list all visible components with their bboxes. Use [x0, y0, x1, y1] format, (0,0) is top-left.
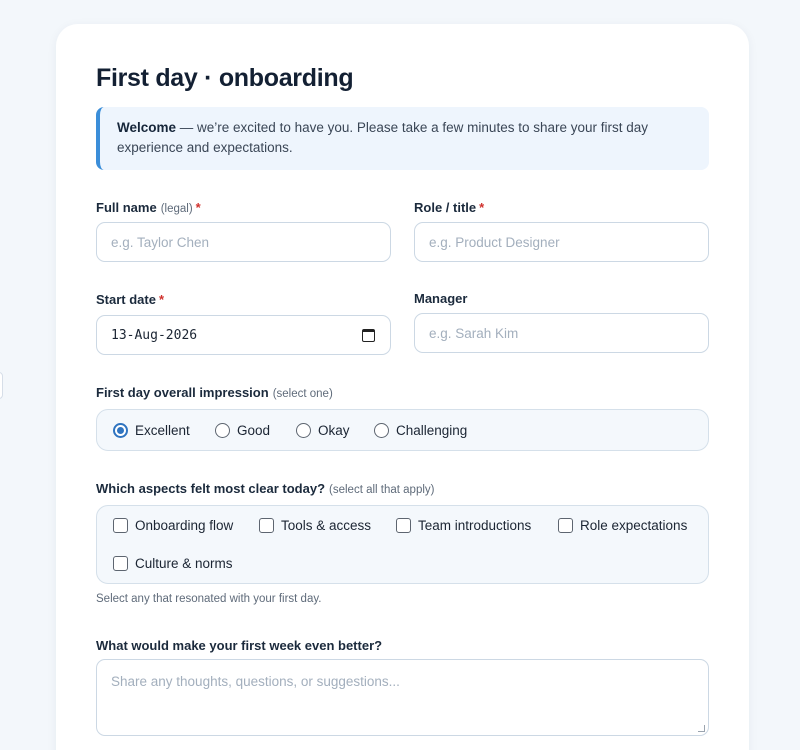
checkbox-icon[interactable] — [396, 518, 411, 533]
full-name-input[interactable]: e.g. Taylor Chen — [96, 222, 391, 262]
role-input[interactable]: e.g. Product Designer — [414, 222, 709, 262]
impression-radio-group: Excellent Good Okay Challenging — [96, 409, 709, 451]
start-date-label: Start date * — [96, 292, 165, 307]
required-marker: * — [158, 292, 165, 307]
notice-bold: Welcome — [117, 120, 177, 135]
page-title: First day · onboarding — [96, 64, 354, 92]
improve-textarea[interactable]: Share any thoughts, questions, or sugges… — [96, 659, 709, 736]
impression-label: First day overall impression (select one) — [96, 385, 333, 400]
checkbox-icon[interactable] — [113, 556, 128, 571]
side-panel-handle[interactable] — [0, 372, 3, 399]
welcome-notice: Welcome — we’re excited to have you. Ple… — [96, 107, 709, 170]
manager-input[interactable]: e.g. Sarah Kim — [414, 313, 709, 353]
onboarding-form-card: First day · onboarding Welcome — we’re e… — [56, 24, 749, 750]
radio-icon[interactable] — [296, 423, 311, 438]
full-name-label: Full name (legal) * — [96, 200, 201, 215]
checkbox-onboarding-flow[interactable]: Onboarding flow — [113, 518, 233, 533]
checkbox-culture-norms[interactable]: Culture & norms — [113, 556, 233, 571]
checkbox-icon[interactable] — [259, 518, 274, 533]
radio-selected-icon[interactable] — [113, 423, 128, 438]
checkbox-icon[interactable] — [558, 518, 573, 533]
checkbox-team-introductions[interactable]: Team introductions — [396, 518, 531, 533]
radio-excellent[interactable]: Excellent — [113, 423, 190, 438]
improve-label: What would make your first week even bet… — [96, 638, 383, 653]
notice-text: — we’re excited to have you. Please take… — [117, 120, 649, 155]
aspects-label: Which aspects felt most clear today? (sel… — [96, 481, 435, 496]
checkbox-role-expectations[interactable]: Role expectations — [558, 518, 687, 533]
aspects-helper-text: Select any that resonated with your firs… — [96, 593, 322, 605]
radio-challenging[interactable]: Challenging — [374, 423, 467, 438]
aspects-checkbox-group: Onboarding flow Tools & access Team intr… — [96, 505, 709, 584]
calendar-icon[interactable] — [362, 329, 375, 342]
role-label: Role / title * — [414, 200, 485, 215]
manager-label: Manager — [414, 291, 468, 306]
resize-handle-icon[interactable] — [698, 725, 705, 732]
required-marker: * — [195, 200, 201, 215]
radio-icon[interactable] — [215, 423, 230, 438]
checkbox-icon[interactable] — [113, 518, 128, 533]
start-date-input[interactable]: 13-Aug-2026 — [96, 315, 391, 355]
required-marker: * — [479, 200, 485, 215]
checkbox-tools-access[interactable]: Tools & access — [259, 518, 371, 533]
radio-good[interactable]: Good — [215, 423, 270, 438]
radio-okay[interactable]: Okay — [296, 423, 350, 438]
radio-icon[interactable] — [374, 423, 389, 438]
